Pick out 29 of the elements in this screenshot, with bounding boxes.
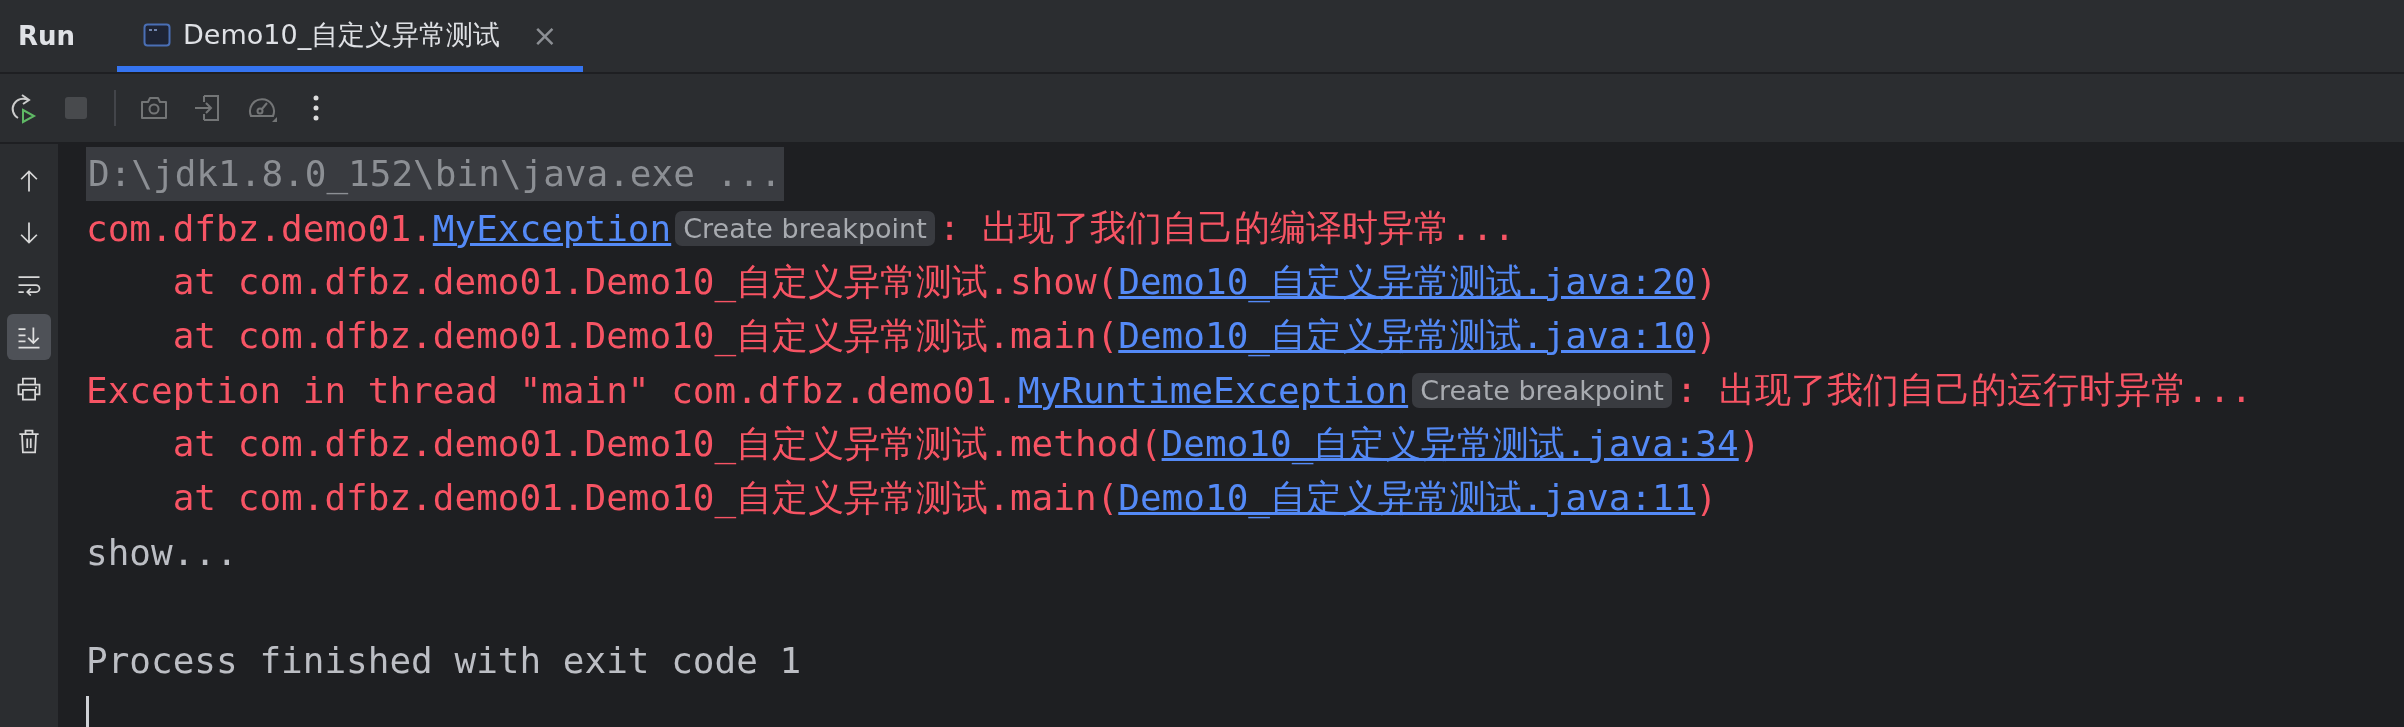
error-text: com.dfbz.demo01. [86, 207, 433, 249]
panel-title: Run [18, 21, 76, 51]
console-icon [143, 23, 172, 47]
breakpoint-hint[interactable]: Create breakpoint [675, 210, 935, 246]
error-text: at com.dfbz.demo01.Demo10_自定义异常测试.main( [171, 475, 1119, 521]
error-text: ) [1695, 315, 1718, 357]
error-text: ) [1695, 477, 1718, 519]
close-button[interactable]: × [532, 17, 558, 53]
error-text: Exception in thread "main" com.dfbz.demo01. [86, 369, 1018, 411]
printer-icon [15, 375, 43, 403]
source-link[interactable]: Demo10_自定义异常测试.java:11 [1118, 473, 1696, 523]
error-text: at com.dfbz.demo01.Demo10_自定义异常测试.main( [171, 313, 1119, 359]
output-text: Process finished with exit code 1 [86, 639, 802, 681]
run-tab[interactable]: Demo10_自定义异常测试 × [117, 0, 584, 72]
error-text: ) [1695, 261, 1718, 303]
source-link[interactable]: MyException [432, 207, 672, 249]
error-text: at com.dfbz.demo01.Demo10_自定义异常测试.show( [171, 259, 1119, 305]
output-text: show... [86, 531, 238, 573]
source-link[interactable]: Demo10_自定义异常测试.java:34 [1161, 419, 1739, 469]
source-link[interactable]: Demo10_自定义异常测试.java:20 [1118, 257, 1696, 307]
error-text: at com.dfbz.demo01.Demo10_自定义异常测试.method( [171, 421, 1162, 467]
error-text: : 出现了我们自己的运行时异常... [1675, 367, 2253, 412]
error-text: : 出现了我们自己的编译时异常... [938, 205, 1516, 250]
error-text: ) [1738, 423, 1761, 465]
scroll-end-button[interactable] [7, 314, 51, 360]
source-link[interactable]: Demo10_自定义异常测试.java:10 [1118, 311, 1696, 361]
breakpoint-hint[interactable]: Create breakpoint [1412, 372, 1672, 408]
source-link[interactable]: MyRuntimeException [1018, 369, 1409, 411]
text-cursor [86, 696, 89, 727]
